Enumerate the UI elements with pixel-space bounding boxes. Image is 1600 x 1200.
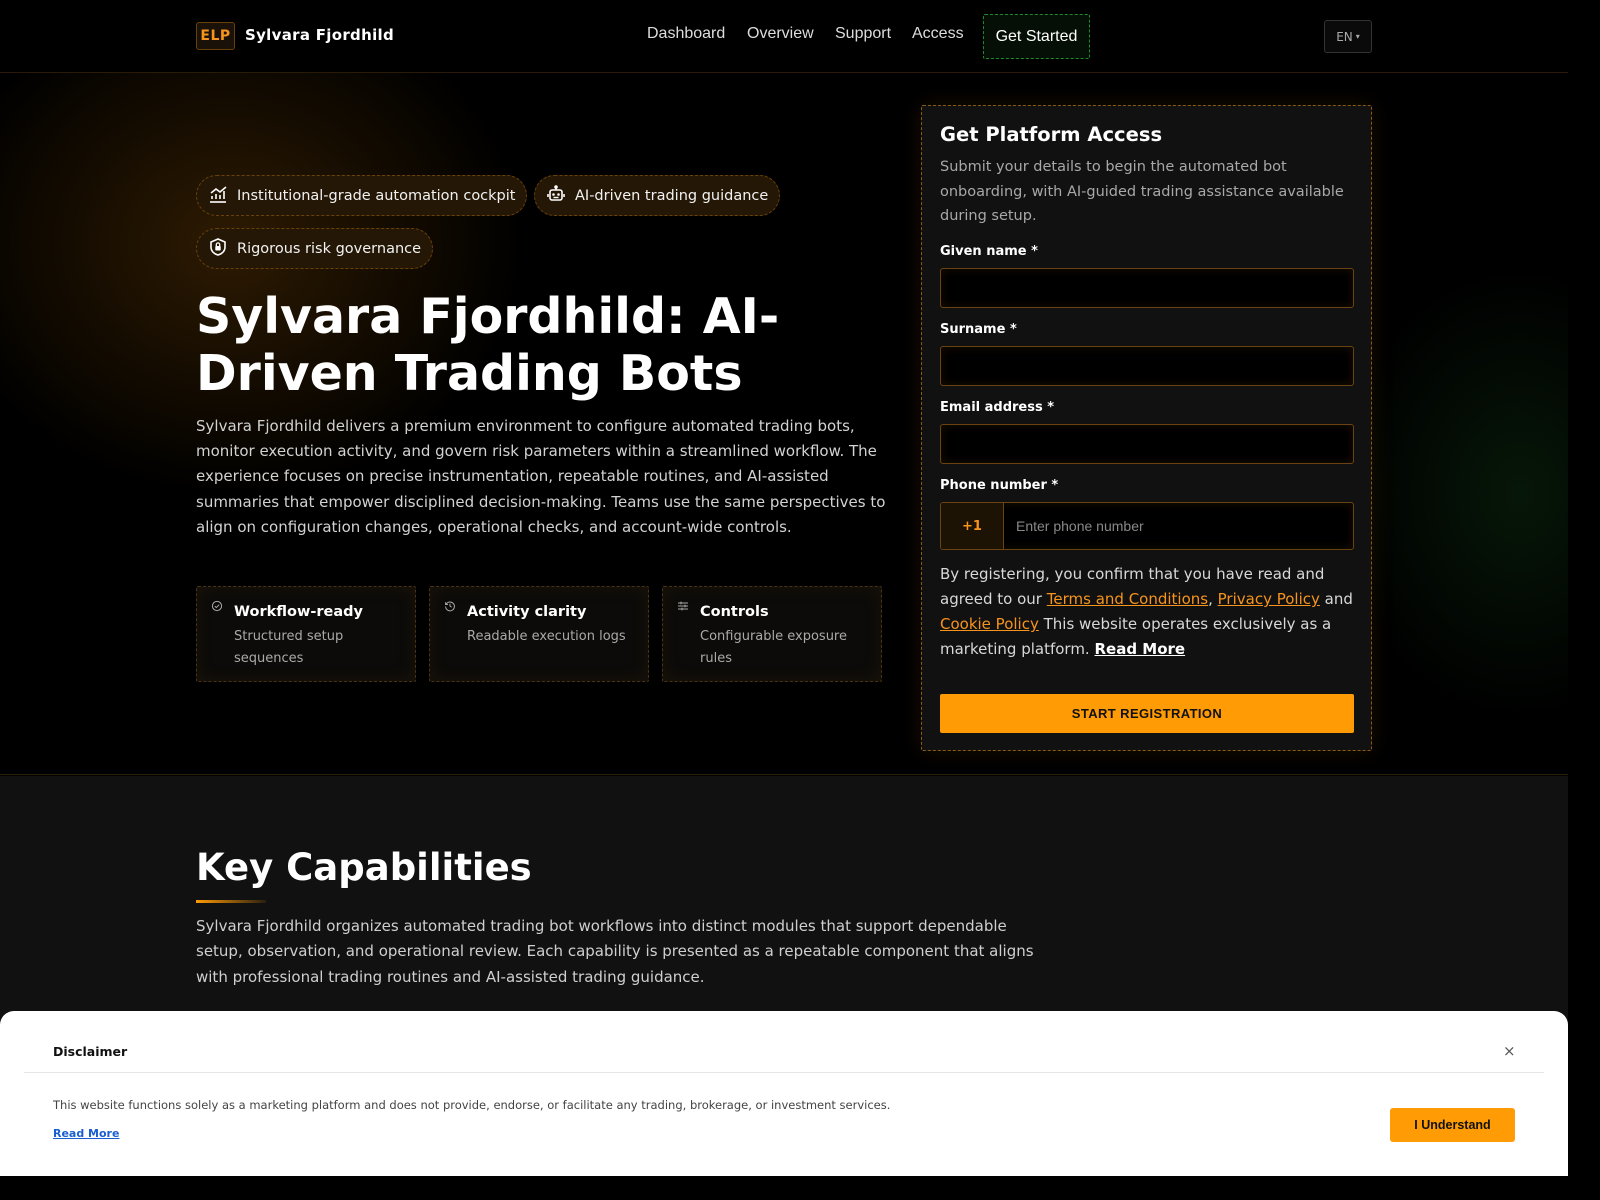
- read-more-link[interactable]: Read More: [1094, 640, 1185, 658]
- cookie-link[interactable]: Cookie Policy: [940, 615, 1039, 633]
- surname-input[interactable]: [940, 346, 1354, 386]
- capabilities-title: Key Capabilities: [196, 846, 532, 889]
- feature-card-controls: Controls Configurable exposure rules: [662, 586, 882, 682]
- capabilities-description: Sylvara Fjordhild organizes automated tr…: [196, 917, 1034, 986]
- history-icon: [445, 601, 455, 612]
- disclaimer-banner: Disclaimer × This website functions sole…: [0, 1011, 1568, 1176]
- get-started-button[interactable]: Get Started: [983, 14, 1090, 59]
- shield-lock-icon: [208, 237, 228, 261]
- feature-title: Controls: [700, 604, 769, 620]
- site-header: ELP Sylvara Fjordhild Dashboard Overview…: [0, 0, 1568, 73]
- terms-link[interactable]: Terms and Conditions: [1047, 590, 1208, 608]
- nav-link-support[interactable]: Support: [835, 25, 891, 43]
- phone-country-code[interactable]: +1: [941, 503, 1004, 549]
- feature-description: Readable execution logs: [467, 629, 626, 644]
- pill-label: AI-driven trading guidance: [575, 187, 769, 204]
- disclaimer-text: This website functions solely as a marke…: [53, 1098, 891, 1112]
- registration-form-card: Get Platform Access Submit your details …: [921, 105, 1372, 751]
- robot-icon: [546, 184, 566, 208]
- start-registration-button[interactable]: START REGISTRATION: [940, 694, 1354, 733]
- check-circle-icon: [211, 600, 223, 612]
- nav-link-overview[interactable]: Overview: [747, 25, 814, 43]
- given-name-input[interactable]: [940, 268, 1354, 308]
- pill-label: Institutional-grade automation cockpit: [237, 187, 516, 204]
- pill-automation-cockpit: Institutional-grade automation cockpit: [196, 175, 528, 216]
- feature-description: Configurable exposure rules: [700, 629, 847, 666]
- title-underline: [196, 900, 266, 903]
- nav-link-dashboard[interactable]: Dashboard: [647, 25, 725, 43]
- divider: [24, 1072, 1544, 1073]
- disclaimer-read-more-link[interactable]: Read More: [53, 1127, 119, 1140]
- hero-section: Institutional-grade automation cockpit A…: [0, 73, 1568, 775]
- email-label: Email address *: [940, 400, 1055, 415]
- close-icon[interactable]: ×: [1503, 1042, 1516, 1060]
- nav-link-access[interactable]: Access: [912, 25, 964, 43]
- feature-card-activity: Activity clarity Readable execution logs: [429, 586, 649, 682]
- language-label: EN: [1336, 29, 1353, 44]
- pill-ai-guidance: AI-driven trading guidance: [534, 175, 781, 216]
- feature-description: Structured setup sequences: [234, 629, 344, 666]
- disclaimer-title: Disclaimer: [53, 1044, 128, 1059]
- hero-title: Sylvara Fjordhild: AI-Driven Trading Bot…: [196, 288, 780, 402]
- phone-field: +1: [940, 502, 1354, 550]
- feature-card-workflow: Workflow-ready Structured setup sequence…: [196, 586, 416, 682]
- email-input[interactable]: [940, 424, 1354, 464]
- chart-icon: [208, 184, 228, 208]
- consent-text: By registering, you confirm that you hav…: [940, 565, 1353, 658]
- consent-and: and: [1324, 590, 1353, 608]
- form-subtitle: Submit your details to begin the automat…: [940, 159, 1344, 224]
- form-title: Get Platform Access: [940, 123, 1163, 146]
- i-understand-button[interactable]: I Understand: [1390, 1108, 1515, 1142]
- pill-risk-governance: Rigorous risk governance: [196, 228, 434, 269]
- chevron-down-icon: ▾: [1355, 32, 1360, 41]
- phone-input[interactable]: [1005, 503, 1353, 549]
- phone-label: Phone number *: [940, 478, 1059, 493]
- sliders-icon: [678, 601, 688, 611]
- surname-label: Surname *: [940, 322, 1017, 337]
- pill-label: Rigorous risk governance: [237, 240, 422, 257]
- given-name-label: Given name *: [940, 244, 1038, 259]
- hero-description: Sylvara Fjordhild delivers a premium env…: [196, 417, 886, 536]
- feature-title: Activity clarity: [467, 604, 587, 620]
- language-selector[interactable]: EN ▾: [1324, 20, 1372, 53]
- privacy-link[interactable]: Privacy Policy: [1218, 590, 1320, 608]
- feature-title: Workflow-ready: [234, 604, 363, 620]
